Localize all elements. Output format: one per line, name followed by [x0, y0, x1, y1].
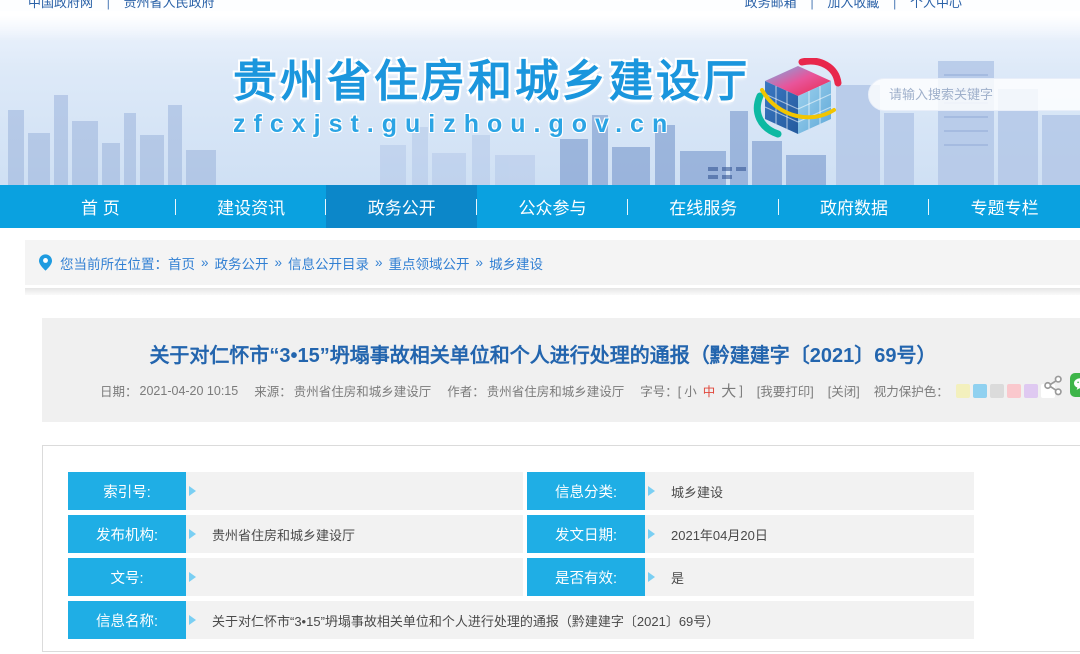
breadcrumb-prefix: 您当前所在位置： [60, 253, 168, 273]
top-link-separator: | [107, 0, 110, 10]
wechat-icon [1073, 377, 1080, 393]
row-value [186, 472, 523, 510]
breadcrumb-item-home[interactable]: 首页 [168, 253, 195, 273]
nav-item-special-topics[interactable]: 专题专栏 [929, 185, 1080, 228]
row-label-chip: 是否有效: [527, 558, 645, 596]
link-add-favorite[interactable]: 加入收藏 [827, 0, 879, 10]
breadcrumb-item-info-catalog[interactable]: 信息公开目录 [288, 253, 369, 273]
link-gov-mailbox[interactable]: 政务邮箱 [745, 0, 797, 10]
eye-color-swatch[interactable] [956, 384, 970, 398]
link-guizhou-gov[interactable]: 贵州省人民政府 [124, 0, 215, 10]
nav-item-gov-disclosure[interactable]: 政务公开 [326, 185, 477, 228]
link-personal-center[interactable]: 个人中心 [910, 0, 962, 10]
eye-color-swatch[interactable] [973, 384, 987, 398]
info-table-panel: 索引号: 信息分类: 城乡建设 发布机构: 贵州省住房和城乡建设厅 发文日期: … [42, 445, 1080, 652]
page-title: 关于对仁怀市“3•15”坍塌事故相关单位和个人进行处理的通报（黔建建字〔2021… [42, 318, 1044, 368]
site-logo-block: 贵州省住房和城乡建设厅 zfcxjst.guizhou.gov.cn [233, 58, 750, 139]
article-meta-row: 日期： 2021-04-20 10:15 来源： 贵州省住房和城乡建设厅 作者：… [100, 380, 1055, 401]
breadcrumb-item-key-areas[interactable]: 重点领域公开 [389, 253, 470, 273]
site-title: 贵州省住房和城乡建设厅 [233, 58, 750, 106]
page: 中国政府网 | 贵州省人民政府 政务邮箱 | 加入收藏 | 个人中心 [0, 0, 1080, 654]
fontsize-bracket-end: ] [739, 384, 742, 398]
table-row-info-name: 信息名称: 关于对仁怀市“3•15”坍塌事故相关单位和个人进行处理的通报（黔建建… [68, 601, 974, 639]
row-label-chip: 索引号: [68, 472, 186, 510]
nav-item-public-participation[interactable]: 公众参与 [477, 185, 628, 228]
row-label-chip: 发布机构: [68, 515, 186, 553]
source-value: 贵州省住房和城乡建设厅 [294, 381, 432, 400]
row-value: 贵州省住房和城乡建设厅 [186, 515, 523, 553]
breadcrumb-item-gov-disclosure[interactable]: 政务公开 [215, 253, 269, 273]
breadcrumb-separator: » [201, 255, 209, 270]
site-header: 贵州省住房和城乡建设厅 zfcxjst.guizhou.gov.cn [0, 11, 1080, 185]
nav-item-online-services[interactable]: 在线服务 [628, 185, 779, 228]
search-box [868, 78, 1080, 111]
row-value [186, 558, 523, 596]
row-value: 城乡建设 [645, 472, 974, 510]
date-value: 2021-04-20 10:15 [140, 384, 239, 398]
link-china-gov[interactable]: 中国政府网 [28, 0, 93, 10]
fontsize-medium-button[interactable]: 中 [703, 381, 716, 400]
row-label-chip: 发文日期: [527, 515, 645, 553]
top-link-separator: | [893, 0, 896, 10]
source-label: 来源： [254, 381, 292, 400]
fontsize-small-button[interactable]: 小 [684, 381, 697, 400]
row-label-chip: 文号: [68, 558, 186, 596]
site-url: zfcxjst.guizhou.gov.cn [233, 110, 750, 139]
share-icon[interactable] [1043, 375, 1064, 396]
info-table: 索引号: 信息分类: 城乡建设 发布机构: 贵州省住房和城乡建设厅 发文日期: … [68, 472, 1080, 639]
eye-color-swatch[interactable] [1024, 384, 1038, 398]
row-value: 2021年04月20日 [645, 515, 974, 553]
table-row-is-valid: 是否有效: 是 [527, 558, 974, 596]
top-link-bar: 中国政府网 | 贵州省人民政府 政务邮箱 | 加入收藏 | 个人中心 [0, 0, 1080, 11]
top-link-separator: | [810, 0, 813, 10]
search-input[interactable] [887, 86, 1071, 103]
eye-protect-swatches [953, 384, 1055, 398]
breadcrumb: 您当前所在位置： 首页 » 政务公开 » 信息公开目录 » 重点领域公开 » 城… [25, 240, 1080, 285]
fontsize-large-button[interactable]: 大 [721, 380, 736, 401]
nav-item-home[interactable]: 首 页 [25, 185, 176, 228]
location-pin-icon [39, 254, 52, 271]
date-label: 日期： [100, 381, 138, 400]
print-button[interactable]: [我要打印] [757, 381, 814, 400]
eye-protect-label: 视力保护色： [874, 381, 949, 400]
table-row-index-number: 索引号: [68, 472, 523, 510]
main-nav: 首 页 建设资讯 政务公开 公众参与 在线服务 政府数据 专题专栏 [0, 185, 1080, 228]
eye-color-swatch[interactable] [990, 384, 1004, 398]
close-button[interactable]: [关闭] [828, 381, 860, 400]
header-mist-overlay [0, 11, 1080, 41]
table-row-document-number: 文号: [68, 558, 523, 596]
table-row-info-category: 信息分类: 城乡建设 [527, 472, 974, 510]
breadcrumb-separator: » [476, 255, 484, 270]
article-header-panel: 关于对仁怀市“3•15”坍塌事故相关单位和个人进行处理的通报（黔建建字〔2021… [42, 318, 1080, 422]
breadcrumb-item-urban-rural[interactable]: 城乡建设 [489, 253, 543, 273]
row-value: 是 [645, 558, 974, 596]
row-label-chip: 信息名称: [68, 601, 186, 639]
table-row-issue-date: 发文日期: 2021年04月20日 [527, 515, 974, 553]
author-label: 作者： [447, 381, 485, 400]
author-value: 贵州省住房和城乡建设厅 [487, 381, 625, 400]
share-buttons [1043, 373, 1080, 397]
top-links-right: 政务邮箱 | 加入收藏 | 个人中心 [745, 0, 962, 11]
fontsize-label: 字号：[ [640, 381, 681, 400]
row-label-chip: 信息分类: [527, 472, 645, 510]
breadcrumb-separator: » [375, 255, 383, 270]
nav-item-construction-news[interactable]: 建设资讯 [176, 185, 327, 228]
row-value: 关于对仁怀市“3•15”坍塌事故相关单位和个人进行处理的通报（黔建建字〔2021… [186, 601, 974, 639]
breadcrumb-shadow [25, 288, 1080, 295]
table-row-issuing-agency: 发布机构: 贵州省住房和城乡建设厅 [68, 515, 523, 553]
wechat-share-button[interactable] [1070, 373, 1080, 397]
site-logo-cube-icon [750, 58, 846, 144]
top-links-left: 中国政府网 | 贵州省人民政府 [28, 0, 215, 11]
breadcrumb-separator: » [275, 255, 283, 270]
nav-item-gov-data[interactable]: 政府数据 [779, 185, 930, 228]
eye-color-swatch[interactable] [1007, 384, 1021, 398]
